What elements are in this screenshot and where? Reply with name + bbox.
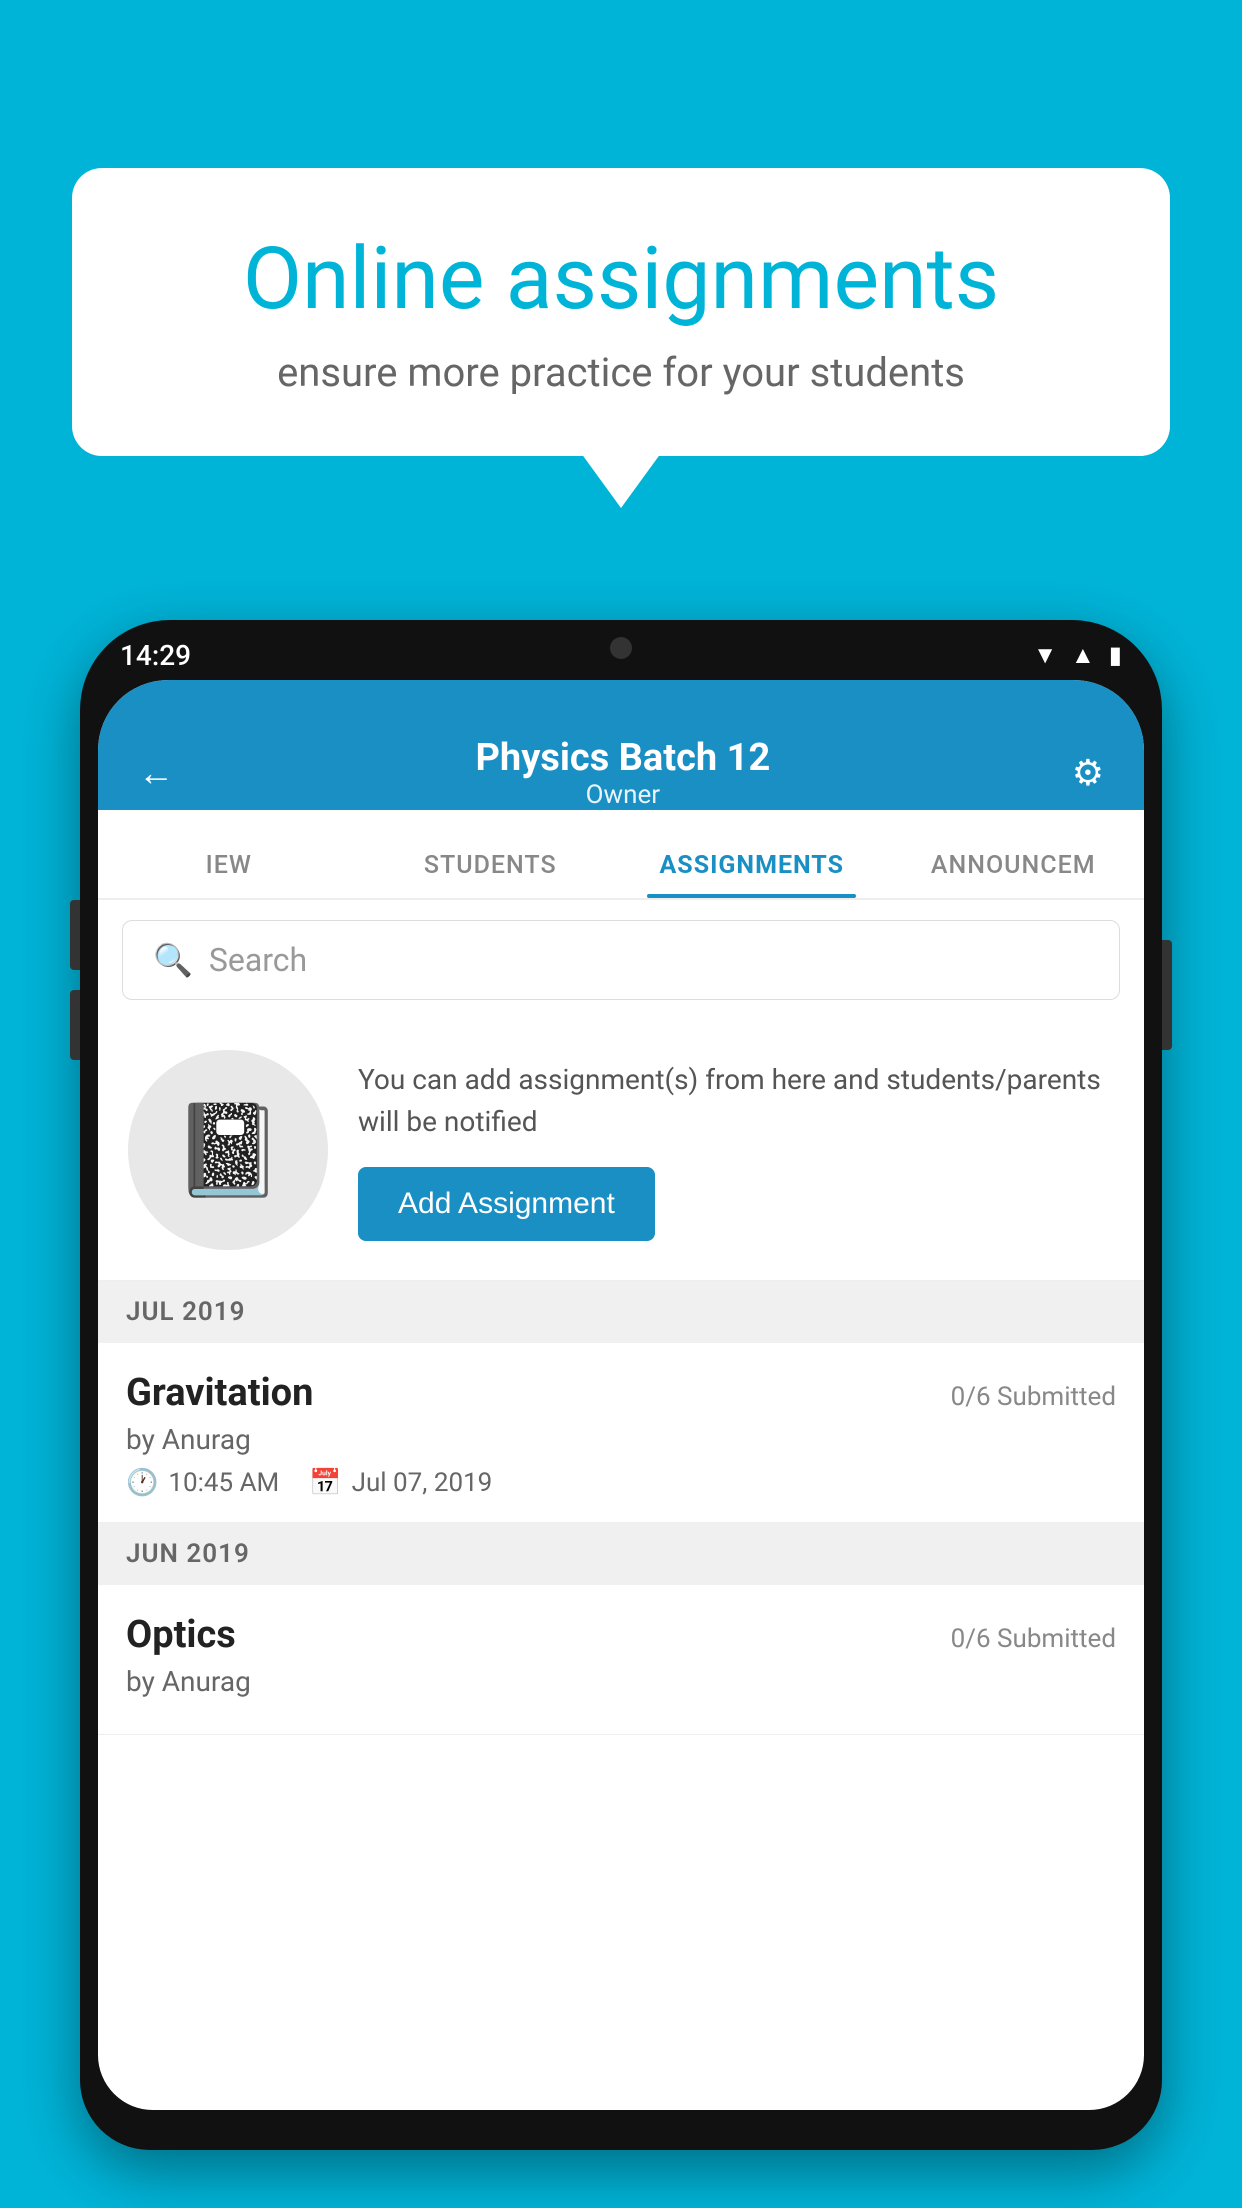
assignment-meta-gravitation: 🕐 10:45 AM 📅 Jul 07, 2019 — [126, 1468, 1116, 1498]
assignment-time-gravitation: 🕐 10:45 AM — [126, 1468, 279, 1498]
header-center: Physics Batch 12 Owner — [475, 736, 770, 810]
bubble-subtitle: ensure more practice for your students — [152, 349, 1090, 396]
phone-volume-down-button — [70, 990, 80, 1060]
assignment-date-gravitation: 📅 Jul 07, 2019 — [309, 1468, 492, 1498]
assignment-author-gravitation: by Anurag — [126, 1423, 1116, 1456]
assignment-item-gravitation[interactable]: Gravitation 0/6 Submitted by Anurag 🕐 10… — [98, 1343, 1144, 1523]
header-title: Physics Batch 12 — [475, 736, 770, 780]
app-header: ← Physics Batch 12 Owner ⚙ — [98, 680, 1144, 810]
add-assignment-button[interactable]: Add Assignment — [358, 1167, 655, 1241]
header-subtitle: Owner — [475, 780, 770, 810]
phone-power-button — [1162, 940, 1172, 1050]
speech-bubble: Online assignments ensure more practice … — [72, 168, 1170, 456]
signal-icon: ▲ — [1071, 641, 1095, 670]
status-time: 14:29 — [120, 639, 191, 672]
info-description: You can add assignment(s) from here and … — [358, 1059, 1114, 1143]
notebook-icon-wrap: 📓 — [128, 1050, 328, 1250]
assignment-item-optics[interactable]: Optics 0/6 Submitted by Anurag — [98, 1585, 1144, 1735]
calendar-icon: 📅 — [309, 1468, 341, 1498]
section-header-jun-2019: JUN 2019 — [98, 1523, 1144, 1585]
assignment-author-optics: by Anurag — [126, 1665, 1116, 1698]
search-icon: 🔍 — [153, 941, 193, 979]
status-icons: ▼ ▲ ▮ — [1033, 641, 1122, 670]
assignment-row1: Gravitation 0/6 Submitted — [126, 1371, 1116, 1415]
phone-frame: 14:29 ▼ ▲ ▮ ← Physics Batch 12 Owner ⚙ — [80, 620, 1162, 2150]
camera-dot — [610, 637, 632, 659]
assignment-name-gravitation: Gravitation — [126, 1371, 313, 1415]
notebook-icon: 📓 — [172, 1098, 284, 1203]
assignment-name-optics: Optics — [126, 1613, 236, 1657]
battery-icon: ▮ — [1109, 641, 1122, 669]
search-container: 🔍 Search — [98, 900, 1144, 1020]
wifi-icon: ▼ — [1033, 641, 1057, 670]
tab-announcements[interactable]: ANNOUNCEM — [883, 851, 1145, 898]
tab-assignments[interactable]: ASSIGNMENTS — [621, 851, 883, 898]
tab-students[interactable]: STUDENTS — [360, 851, 622, 898]
assignment-row1-optics: Optics 0/6 Submitted — [126, 1613, 1116, 1657]
assignment-submitted-optics: 0/6 Submitted — [951, 1624, 1116, 1654]
phone-container: 14:29 ▼ ▲ ▮ ← Physics Batch 12 Owner ⚙ — [80, 620, 1162, 2208]
assignment-submitted-gravitation: 0/6 Submitted — [951, 1382, 1116, 1412]
phone-screen: ← Physics Batch 12 Owner ⚙ IEW STUDENTS … — [98, 680, 1144, 2110]
bubble-title: Online assignments — [152, 228, 1090, 329]
info-card: 📓 You can add assignment(s) from here an… — [98, 1020, 1144, 1281]
search-placeholder: Search — [209, 941, 307, 979]
phone-volume-up-button — [70, 900, 80, 970]
gear-icon[interactable]: ⚙ — [1072, 752, 1104, 794]
back-button[interactable]: ← — [138, 752, 174, 794]
phone-notch — [491, 620, 751, 675]
section-header-jul-2019: JUL 2019 — [98, 1281, 1144, 1343]
info-text-section: You can add assignment(s) from here and … — [358, 1059, 1114, 1241]
tab-iew[interactable]: IEW — [98, 851, 360, 898]
speech-bubble-container: Online assignments ensure more practice … — [72, 168, 1170, 456]
tabs-container: IEW STUDENTS ASSIGNMENTS ANNOUNCEM — [98, 810, 1144, 900]
clock-icon: 🕐 — [126, 1468, 158, 1498]
search-bar[interactable]: 🔍 Search — [122, 920, 1120, 1000]
